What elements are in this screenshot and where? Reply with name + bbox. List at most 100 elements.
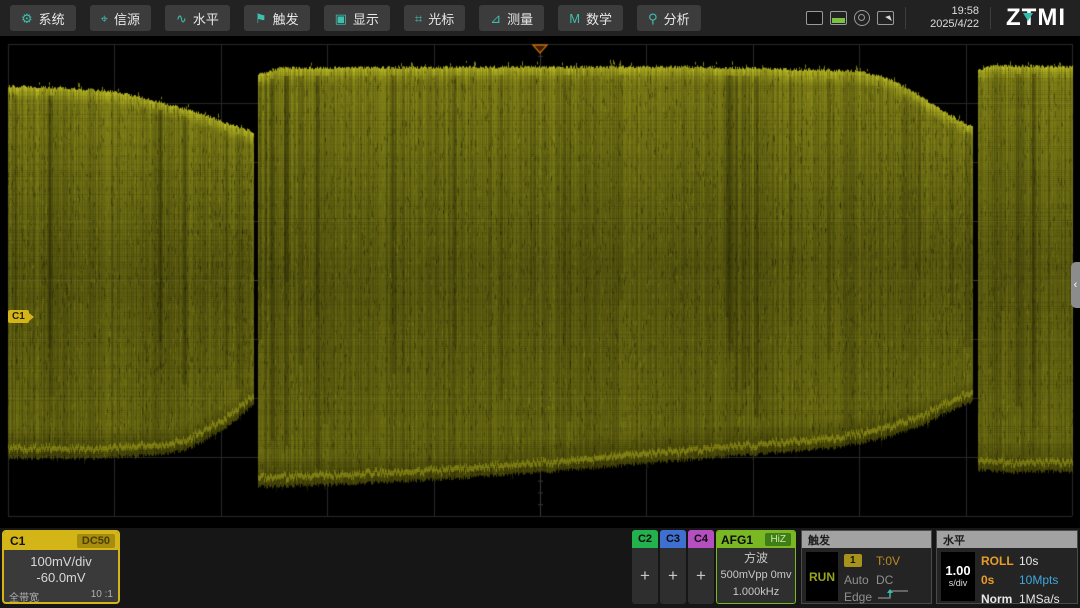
trigger-level: T:0V <box>876 554 900 568</box>
waveform-display: C1 ‹ <box>0 36 1080 528</box>
horizontal-row-2: 0s10Mpts <box>981 570 1074 589</box>
afg1-header: AFG1 HiZ <box>717 531 795 548</box>
horizontal-wave-icon: ∿ <box>176 12 187 25</box>
afg1-frequency: 1.000kHz <box>717 584 795 601</box>
menu-button-5[interactable]: ▣ 显示 <box>324 5 390 31</box>
menu-button-label: 系统 <box>39 9 65 28</box>
channel-label: C3 <box>660 530 686 548</box>
channel-c1-offset: -60.0mV <box>4 570 118 586</box>
screen-status-icon <box>806 11 823 25</box>
channel-c1-coupling-badge: DC50 <box>77 534 115 548</box>
menu-button-label: 显示 <box>353 9 379 28</box>
menu-button-7[interactable]: ⊿ 测量 <box>479 5 544 31</box>
trigger-source-badge: 1 <box>844 554 862 567</box>
channel-c1-box[interactable]: C1 DC50 100mV/div -60.0mV 全带宽 10 :1 <box>2 530 120 604</box>
afg1-box[interactable]: AFG1 HiZ 方波 500mVpp 0mv 1.000kHz <box>716 530 796 604</box>
channel-c1-bandwidth: 全带宽 <box>9 589 39 604</box>
trigger-panel-title: 触发 <box>802 531 931 548</box>
source-icon: ⌖ <box>101 12 108 25</box>
brand-logo-text: ZTMI <box>1006 4 1066 31</box>
math-icon: M <box>569 12 580 25</box>
trigger-panel[interactable]: 触发 RUN 1 T:0V Auto DC Edge <box>801 530 932 604</box>
add-channel-button[interactable]: + <box>688 548 714 604</box>
chevron-left-icon: ‹ <box>1074 279 1078 291</box>
timebase-unit: s/div <box>949 578 968 589</box>
trigger-row-3: Edge <box>844 587 928 606</box>
cursor-grid-icon: ⌗ <box>415 12 422 25</box>
horizontal-left-value: 0s <box>981 573 1019 587</box>
channel-c3-box[interactable]: C3+ <box>660 530 686 604</box>
menu-button-4[interactable]: ⚑ 触发 <box>244 5 310 31</box>
menu-button-6[interactable]: ⌗ 光标 <box>404 5 465 31</box>
date-label: 2025/4/22 <box>917 18 979 31</box>
channel-label: C4 <box>688 530 714 548</box>
brand-logo-triangle-icon <box>1023 13 1033 21</box>
menu-button-label: 触发 <box>273 9 299 28</box>
oscilloscope-screen: ⚙ 系统 ⌖ 信源 ∿ 水平 ⚑ 触发 ▣ 显示 ⌗ 光标 ⊿ 测量 M 数学 ⚲ 分析 19:58 2025/4… <box>0 0 1080 608</box>
menu-button-label: 分析 <box>664 9 690 28</box>
horizontal-row-1: ROLL10s <box>981 551 1074 570</box>
channel-label: C2 <box>632 530 658 548</box>
horizontal-left-value: Norm <box>981 592 1019 606</box>
menu-button-label: 光标 <box>428 9 454 28</box>
menu-button-label: 数学 <box>586 9 612 28</box>
horizontal-panel-title: 水平 <box>937 531 1077 548</box>
afg1-waveform-type: 方波 <box>717 550 795 567</box>
analysis-search-icon: ⚲ <box>648 12 658 25</box>
divider <box>990 7 991 29</box>
horizontal-row-3: Norm1MSa/s <box>981 589 1074 608</box>
clock: 19:58 2025/4/22 <box>917 5 979 31</box>
channel-c1-header: C1 DC50 <box>4 532 118 550</box>
horizontal-left-value: ROLL <box>981 554 1019 568</box>
menu-button-label: 水平 <box>193 9 219 28</box>
status-area: 19:58 2025/4/22 ZTMI <box>806 0 1080 36</box>
trigger-coupling: DC <box>876 573 893 587</box>
horizontal-right-value: 10Mpts <box>1019 573 1058 587</box>
measure-icon: ⊿ <box>490 12 501 25</box>
horizontal-panel[interactable]: 水平 1.00 s/div ROLL10s0s10MptsNorm1MSa/s <box>936 530 1078 604</box>
channel-c4-box[interactable]: C4+ <box>688 530 714 604</box>
timebase-value: 1.00 <box>945 564 970 578</box>
menu-button-label: 信源 <box>114 9 140 28</box>
trigger-row-1: 1 T:0V <box>844 551 928 570</box>
trigger-flag-icon: ⚑ <box>255 12 267 25</box>
menu-buttons: ⚙ 系统 ⌖ 信源 ∿ 水平 ⚑ 触发 ▣ 显示 ⌗ 光标 ⊿ 测量 M 数学 ⚲ 分析 <box>0 5 701 31</box>
timebase-box[interactable]: 1.00 s/div <box>941 552 975 601</box>
afg1-amplitude-offset: 500mVpp 0mv <box>717 567 795 584</box>
side-panel-handle[interactable]: ‹ <box>1071 262 1080 308</box>
menu-button-1[interactable]: ⚙ 系统 <box>10 5 76 31</box>
brand-logo: ZTMI <box>1002 0 1070 36</box>
mouse-status-icon <box>854 10 870 26</box>
add-channel-button[interactable]: + <box>632 548 658 604</box>
display-icon: ▣ <box>335 12 347 25</box>
channel-c1-footer: 全带宽 10 :1 <box>4 589 118 604</box>
afg1-label: AFG1 <box>721 533 761 547</box>
touch-status-icon <box>877 11 894 25</box>
menu-button-2[interactable]: ⌖ 信源 <box>90 5 151 31</box>
menu-button-3[interactable]: ∿ 水平 <box>165 5 230 31</box>
small-channel-boxes: C2+C3+C4+ <box>632 530 714 604</box>
add-channel-button[interactable]: + <box>660 548 686 604</box>
menu-button-8[interactable]: M 数学 <box>558 5 623 31</box>
menu-button-9[interactable]: ⚲ 分析 <box>637 5 701 31</box>
channel-c1-probe-ratio: 10 :1 <box>91 589 113 604</box>
storage-status-icon <box>830 11 847 25</box>
bottom-bar: C1 DC50 100mV/div -60.0mV 全带宽 10 :1 C2+C… <box>0 528 1080 608</box>
run-state-box[interactable]: RUN <box>806 552 838 601</box>
channel-c1-label: C1 <box>4 534 77 548</box>
trigger-sweep-mode: Auto <box>844 573 869 587</box>
divider <box>905 7 906 29</box>
horizontal-right-value: 10s <box>1019 554 1038 568</box>
channel-c1-marker[interactable]: C1 <box>8 310 29 323</box>
afg1-impedance-badge: HiZ <box>765 533 791 546</box>
horizontal-right-value: 1MSa/s <box>1019 592 1060 606</box>
waveform-canvas[interactable] <box>0 36 1080 528</box>
menu-bar: ⚙ 系统 ⌖ 信源 ∿ 水平 ⚑ 触发 ▣ 显示 ⌗ 光标 ⊿ 测量 M 数学 ⚲ 分析 19:58 2025/4… <box>0 0 1080 36</box>
channel-c1-scale: 100mV/div <box>4 554 118 570</box>
time-label: 19:58 <box>917 5 979 18</box>
menu-button-label: 测量 <box>507 9 533 28</box>
trigger-type: Edge <box>844 590 872 604</box>
gear-icon: ⚙ <box>21 12 33 25</box>
channel-c2-box[interactable]: C2+ <box>632 530 658 604</box>
edge-trigger-icon <box>876 587 910 606</box>
